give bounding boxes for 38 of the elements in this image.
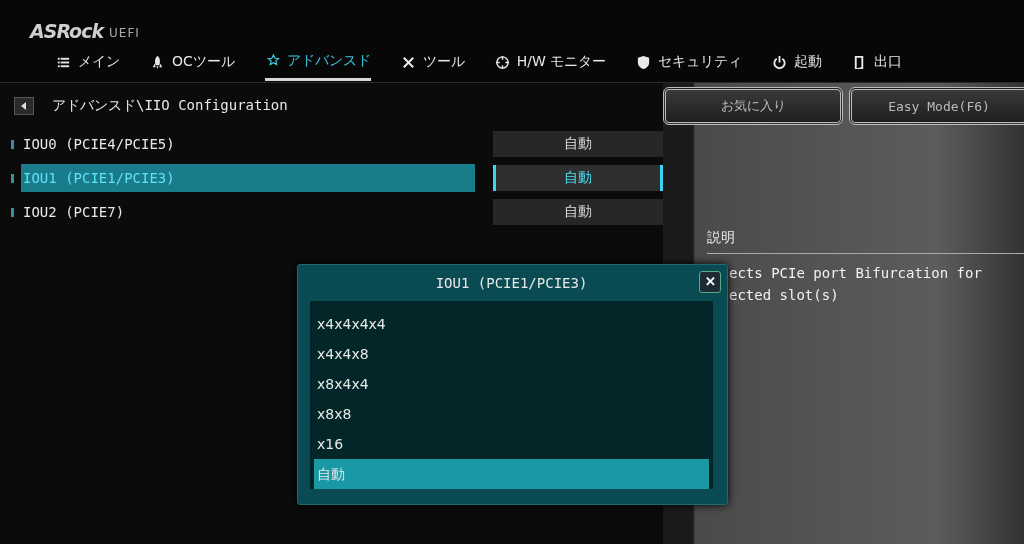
option-item[interactable]: x4x4x4x4	[314, 309, 709, 339]
option-item[interactable]: x16	[314, 429, 709, 459]
row-marker	[11, 139, 14, 149]
option-item[interactable]: x4x4x8	[314, 339, 709, 369]
row-marker	[11, 207, 14, 217]
description-title: 説明	[707, 229, 736, 247]
shield-icon	[636, 54, 652, 70]
description-text: ects PCIe port Bifurcation for	[729, 264, 982, 283]
back-button[interactable]	[14, 97, 34, 115]
row-marker	[11, 173, 14, 183]
description-text: ected slot(s)	[729, 286, 839, 305]
dialog-title: IOU1 (PCIE1/PCIE3)	[435, 275, 588, 291]
nav-tab[interactable]: 出口	[852, 45, 903, 79]
back-arrow-icon	[19, 101, 29, 111]
nav-tab[interactable]: ツール	[400, 45, 465, 79]
brand-logo: ASRock	[30, 20, 104, 42]
power-icon	[772, 54, 788, 70]
breadcrumb: アドバンスド\IIO Configuration	[52, 97, 288, 115]
option-item[interactable]: x8x4x4	[314, 369, 709, 399]
nav-tab[interactable]: H/W モニター	[494, 45, 607, 79]
nav-tab[interactable]: アドバンスド	[264, 43, 371, 81]
setting-value-button[interactable]: 自動	[493, 131, 663, 157]
nav-tab[interactable]: メイン	[56, 45, 120, 79]
option-item[interactable]: x8x8	[314, 399, 709, 429]
star-icon	[264, 53, 280, 68]
brand-suffix: UEFI	[109, 26, 140, 42]
crosshair-icon	[494, 54, 510, 70]
setting-value-button[interactable]: 自動	[493, 165, 663, 191]
nav-tab[interactable]: セキュリティ	[636, 45, 743, 79]
close-button[interactable]: ✕	[699, 271, 721, 293]
nav-tab[interactable]: 起動	[772, 45, 823, 79]
favorites-button[interactable]: お気に入り	[663, 87, 843, 125]
easy-mode-button[interactable]: Easy Mode(F6)	[849, 87, 1024, 125]
nav-tab[interactable]: OCツール	[150, 45, 235, 79]
rocket-icon	[150, 54, 165, 70]
setting-label[interactable]: IOU0 (PCIE4/PCIE5)	[21, 130, 475, 158]
setting-value-button[interactable]: 自動	[493, 199, 663, 225]
setting-label[interactable]: IOU2 (PCIE7)	[21, 198, 475, 226]
